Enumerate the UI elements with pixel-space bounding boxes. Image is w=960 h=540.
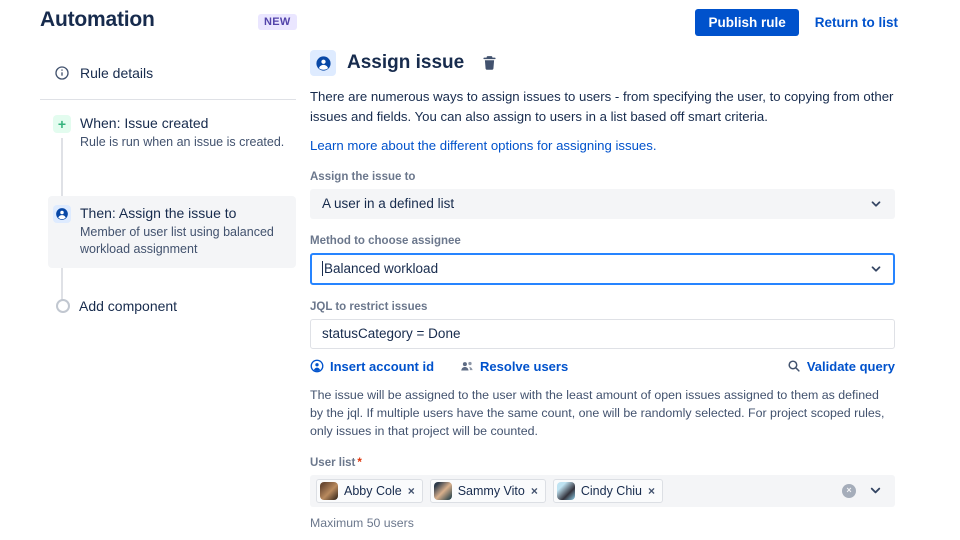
user-chip: Sammy Vito × bbox=[429, 478, 546, 503]
people-icon bbox=[461, 362, 473, 371]
validate-query-link[interactable]: Validate query bbox=[787, 359, 895, 374]
method-select-focused[interactable]: Balanced workload bbox=[310, 252, 895, 285]
link-label: Resolve users bbox=[480, 358, 569, 374]
trash-icon bbox=[483, 56, 496, 70]
step-subtitle: Rule is run when an issue is created. bbox=[80, 135, 285, 149]
max-users-note: Maximum 50 users bbox=[310, 515, 414, 530]
avatar bbox=[556, 481, 575, 500]
empty-step-circle-icon bbox=[56, 299, 70, 313]
required-asterisk: * bbox=[357, 456, 362, 469]
sidebar-item-add-component[interactable]: Add component bbox=[54, 298, 177, 314]
publish-rule-button[interactable]: Publish rule bbox=[695, 9, 799, 36]
sidebar-item-when-trigger[interactable]: + When: Issue created Rule is run when a… bbox=[53, 115, 293, 151]
sidebar-divider bbox=[40, 99, 296, 100]
chevron-down-icon bbox=[869, 197, 883, 211]
rule-steps-sidebar: Rule details + When: Issue created Rule … bbox=[40, 60, 296, 350]
page-title: Automation bbox=[40, 8, 155, 31]
sidebar-item-then-action-selected[interactable]: Then: Assign the issue to Member of user… bbox=[48, 196, 296, 268]
user-list-label: User list * bbox=[310, 457, 895, 469]
new-badge: NEW bbox=[258, 14, 297, 30]
delete-action-button[interactable] bbox=[480, 53, 499, 73]
return-to-list-link[interactable]: Return to list bbox=[815, 15, 898, 30]
step-title: Add component bbox=[79, 298, 178, 314]
resolve-users-link[interactable]: Resolve users bbox=[460, 359, 568, 374]
chip-name: Cindy Chiu bbox=[580, 483, 643, 498]
method-value: Balanced workload bbox=[324, 261, 439, 277]
text-caret bbox=[322, 261, 323, 277]
action-header: Assign issue bbox=[310, 50, 895, 76]
chevron-down-icon[interactable] bbox=[868, 483, 883, 498]
learn-more-link[interactable]: Learn more about the different options f… bbox=[310, 138, 657, 153]
link-label: Validate query bbox=[806, 358, 895, 374]
action-title: Assign issue bbox=[347, 52, 465, 73]
link-label: Insert account id bbox=[330, 358, 435, 374]
sidebar-item-rule-details[interactable]: Rule details bbox=[53, 64, 153, 82]
remove-chip-icon[interactable]: × bbox=[648, 485, 655, 497]
jql-help-text: The issue will be assigned to the user w… bbox=[310, 387, 885, 438]
assignee-avatar-icon bbox=[53, 205, 71, 223]
avatar bbox=[433, 481, 452, 500]
user-chip: Cindy Chiu × bbox=[552, 478, 664, 503]
person-circle-icon bbox=[310, 359, 324, 373]
assign-issue-avatar-icon bbox=[310, 50, 336, 76]
search-icon bbox=[788, 360, 800, 373]
assign-to-label: Assign the issue to bbox=[310, 170, 416, 183]
action-config-panel: Assign issue There are numerous ways to … bbox=[310, 50, 895, 540]
insert-account-id-link[interactable]: Insert account id bbox=[310, 359, 434, 374]
clear-all-icon[interactable]: × bbox=[842, 483, 856, 498]
chevron-down-icon bbox=[869, 262, 883, 276]
method-label: Method to choose assignee bbox=[310, 234, 461, 247]
info-icon bbox=[53, 64, 71, 82]
jql-input[interactable] bbox=[310, 318, 895, 349]
field-end-controls: × bbox=[842, 483, 883, 498]
avatar bbox=[320, 481, 338, 500]
user-list-multiselect[interactable]: Abby Cole × Sammy Vito × Cindy Chiu × × bbox=[310, 474, 895, 507]
jql-actions-row: Insert account id Resolve users Validate… bbox=[310, 359, 895, 374]
chip-name: Sammy Vito bbox=[457, 483, 525, 498]
step-subtitle: Member of user list using balanced workl… bbox=[80, 225, 274, 256]
step-title: Then: Assign the issue to bbox=[80, 205, 237, 221]
chip-name: Abby Cole bbox=[344, 483, 402, 498]
user-chip: Abby Cole × bbox=[316, 478, 423, 503]
remove-chip-icon[interactable]: × bbox=[408, 485, 415, 497]
step-title: When: Issue created bbox=[80, 115, 209, 131]
label-text: User list bbox=[310, 456, 356, 469]
jql-label: JQL to restrict issues bbox=[310, 300, 428, 313]
action-description: There are numerous ways to assign issues… bbox=[310, 89, 894, 125]
plus-icon: + bbox=[53, 115, 71, 133]
assign-to-value: A user in a defined list bbox=[322, 196, 455, 212]
top-actions: Publish rule Return to list bbox=[695, 9, 898, 36]
sidebar-item-label: Rule details bbox=[80, 65, 154, 81]
remove-chip-icon[interactable]: × bbox=[531, 485, 538, 497]
assign-to-select[interactable]: A user in a defined list bbox=[310, 188, 895, 219]
